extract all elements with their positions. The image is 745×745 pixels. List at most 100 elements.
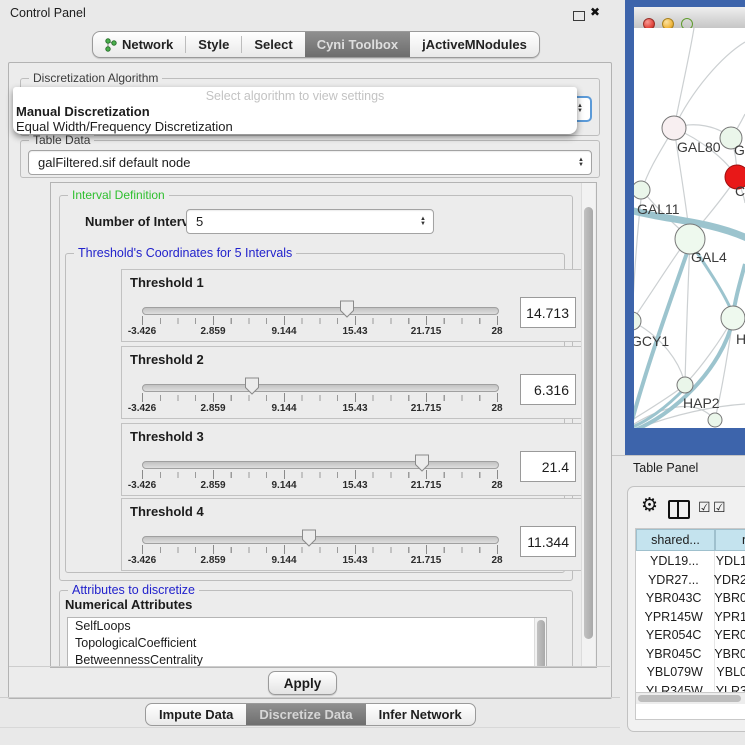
checkbox-icon[interactable]: ☑ [713,499,726,516]
table-row[interactable]: YDL19...YDL1 [636,552,745,571]
tick-label: 21.715 [411,480,442,491]
threshold-slider[interactable]: -3.4262.8599.14415.4321.71528 [142,299,497,339]
threshold-label: Threshold 1 [130,275,204,290]
tab-discretize-data[interactable]: Discretize Data [246,704,365,725]
tab-impute-data[interactable]: Impute Data [146,704,246,725]
dropdown-item-manual[interactable]: Manual Discretization [13,104,577,119]
network-node[interactable] [634,181,650,199]
cell-name: YDL1 [713,554,745,568]
table-data-value: galFiltered.sif default node [29,155,574,170]
slider-thumb[interactable] [301,529,317,547]
dropdown-hint: Select algorithm to view settings [13,89,577,104]
table-row[interactable]: YBR043CYBR0 [636,589,745,608]
cell-shared-name: YPR145W [636,610,711,624]
tab-network[interactable]: Network [93,32,185,57]
threshold-slider[interactable]: -3.4262.8599.14415.4321.71528 [142,453,497,493]
network-node[interactable] [634,312,641,330]
column-header-shared-name[interactable]: shared... [636,529,715,551]
settings-scrollbar[interactable] [581,183,595,667]
cell-shared-name: YBR043C [636,591,711,605]
major-tick [355,316,356,325]
slider-track[interactable] [142,461,499,469]
attribute-item[interactable]: SelfLoops [68,618,546,635]
cell-shared-name: YDL19... [636,554,713,568]
cell-name: YBL0 [713,665,745,679]
list-scrollbar[interactable] [534,618,546,668]
tab-select[interactable]: Select [242,32,304,57]
table-hscrollbar-thumb[interactable] [638,695,741,702]
network-node-label: GAL11 [637,201,680,217]
table-data-group-label: Table Data [29,133,94,147]
tick-label: 9.144 [271,480,296,491]
major-tick [426,393,427,402]
network-window-titlebar[interactable] [634,7,745,29]
apply-button[interactable]: Apply [268,671,337,695]
split-columns-icon[interactable] [668,500,690,519]
float-icon[interactable] [573,11,585,21]
table-row[interactable]: YDR27...YDR2 [636,571,745,590]
column-header-name[interactable]: n [715,529,745,551]
node-table: shared... n YDL19...YDL1YDR27...YDR2YBR0… [635,528,745,720]
settings-scrollbar-thumb[interactable] [584,207,593,639]
tab-cyni-toolbox[interactable]: Cyni Toolbox [305,32,410,57]
table-hscrollbar[interactable] [636,692,745,704]
attribute-items: SelfLoopsTopologicalCoefficientBetweenne… [68,618,546,668]
divider [0,727,620,728]
attribute-item[interactable]: TopologicalCoefficient [68,635,546,652]
cell-shared-name: YBR045C [636,647,711,661]
table-row[interactable]: YBR045CYBR0 [636,645,745,664]
numerical-attributes-list[interactable]: SelfLoopsTopologicalCoefficientBetweenne… [67,617,547,668]
slider-thumb[interactable] [339,300,355,318]
bottom-tabbar: Impute Data Discretize Data Infer Networ… [145,703,476,726]
tick-label: 28 [491,403,502,414]
threshold-value-field[interactable]: 6.316 [520,374,576,405]
major-tick [284,316,285,325]
network-node[interactable] [662,116,686,140]
major-tick [497,393,498,402]
threshold-slider[interactable]: -3.4262.8599.14415.4321.71528 [142,528,497,568]
table-data-combobox[interactable]: galFiltered.sif default node ▲▼ [28,150,592,175]
divider [0,697,620,698]
table-row[interactable]: YPR145WYPR1 [636,608,745,627]
tab-jactivemnodules[interactable]: jActiveMNodules [410,32,539,57]
threshold-value-field[interactable]: 21.4 [520,451,576,482]
tick-label: 2.859 [200,403,225,414]
slider-ticks [142,395,498,401]
network-canvas[interactable]: GAL80 GA C GAL11 GAL4 GCY1 H HAP2 [634,28,745,428]
slider-track[interactable] [142,307,499,315]
tab-infer-network[interactable]: Infer Network [366,704,475,725]
close-icon[interactable]: ✖ [590,5,600,19]
threshold-slider[interactable]: -3.4262.8599.14415.4321.71528 [142,376,497,416]
network-node[interactable] [721,306,745,330]
slider-track[interactable] [142,536,499,544]
table-row[interactable]: YER054CYER0 [636,626,745,645]
checkbox-icon[interactable]: ☑ [698,499,711,516]
num-intervals-combobox[interactable]: 5 ▲▼ [186,209,434,234]
network-node-label: GCY1 [634,333,669,349]
threshold-value-field[interactable]: 11.344 [520,526,576,557]
gear-icon[interactable]: ⚙ [641,496,658,515]
tab-label: Style [198,37,229,52]
tab-style[interactable]: Style [186,32,241,57]
slider-thumb[interactable] [414,454,430,472]
major-tick [213,545,214,554]
combo-arrows-icon: ▲▼ [574,158,591,168]
major-tick [426,316,427,325]
network-node[interactable] [677,377,693,393]
attributes-group-label: Attributes to discretize [68,583,199,597]
cell-name: YPR1 [711,610,745,624]
dropdown-item-equal-width[interactable]: Equal Width/Frequency Discretization [13,119,577,134]
threshold-value-field[interactable]: 14.713 [520,297,576,328]
network-node[interactable] [708,413,722,427]
table-row[interactable]: YLR345WYLR3 [636,682,745,693]
table-row[interactable]: YBL079WYBL0 [636,663,745,682]
thresholds-group-label: Threshold's Coordinates for 5 Intervals [74,246,296,260]
tick-label: 21.715 [411,326,442,337]
major-tick [213,316,214,325]
slider-track[interactable] [142,384,499,392]
network-node-label: HAP2 [683,395,720,411]
algorithm-dropdown-popup: Select algorithm to view settings Manual… [13,87,577,134]
slider-thumb[interactable] [244,377,260,395]
slider-ticks [142,547,498,553]
list-scrollbar-thumb[interactable] [537,620,545,668]
